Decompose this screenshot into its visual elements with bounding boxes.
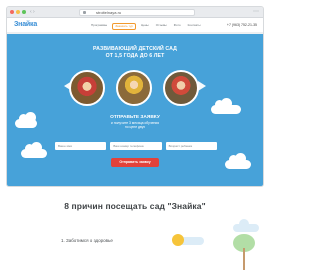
minimize-window-icon[interactable] [16, 10, 20, 14]
address-bar[interactable]: stroitelnaya.ru [79, 9, 195, 16]
photo-carousel [69, 70, 199, 106]
kids-photo [163, 70, 199, 106]
phone-field[interactable]: Ваш номер телефона [110, 142, 162, 150]
browser-toolbar: ‹ › stroitelnaya.ru ⋯ [7, 7, 263, 18]
main-menu: Программы Заказать тур Цены Отзывы Фото … [89, 23, 203, 30]
reasons-title: 8 причин посещать сад "Знайка" [64, 201, 206, 211]
carousel-next-icon[interactable] [198, 81, 206, 91]
menu-item-contacts[interactable]: Контакты [186, 23, 203, 30]
menu-item-prices[interactable]: Цены [139, 23, 151, 30]
cloud-decoration [21, 142, 47, 158]
hero-title: РАЗВИВАЮЩИЙ ДЕТСКИЙ САД ОТ 1,5 ГОДА ДО 6… [93, 46, 177, 59]
submit-request-button[interactable]: Отправить заявку [111, 158, 159, 167]
cloud-decoration [211, 98, 241, 114]
kids-photo [69, 70, 105, 106]
request-form: Ваше имя Ваш номер телефона Возраст ребе… [55, 142, 217, 151]
sun-icon [172, 234, 184, 246]
child-age-field[interactable]: Возраст ребенка [165, 142, 217, 150]
hero-section: РАЗВИВАЮЩИЙ ДЕТСКИЙ САД ОТ 1,5 ГОДА ДО 6… [7, 34, 263, 186]
close-window-icon[interactable] [10, 10, 14, 14]
name-field[interactable]: Ваше имя [55, 142, 107, 150]
menu-item-reviews[interactable]: Отзывы [154, 23, 169, 30]
reason-item: 1. Заботимся о здоровье [61, 238, 113, 243]
kids-photo [116, 70, 152, 106]
cloud-decoration [225, 153, 251, 169]
menu-item-tour[interactable]: Заказать тур [112, 23, 137, 30]
browser-menu-icon[interactable]: ⋯ [253, 8, 259, 16]
site-header: Знайка Программы Заказать тур Цены Отзыв… [7, 18, 263, 33]
tree-illustration [226, 226, 262, 270]
browser-window: ‹ › stroitelnaya.ru ⋯ Знайка Программы З… [6, 6, 264, 187]
url-text: stroitelnaya.ru [96, 10, 122, 15]
site-logo[interactable]: Знайка [14, 21, 37, 28]
menu-item-programs[interactable]: Программы [89, 23, 109, 30]
maximize-window-icon[interactable] [22, 10, 26, 14]
lock-icon [83, 11, 86, 14]
offer-text: ОТПРАВЬТЕ ЗАЯВКУ и получите 3 месяца обу… [110, 115, 160, 130]
header-phone[interactable]: +7 (963) 752-21-35 [227, 23, 257, 27]
back-forward-icon[interactable]: ‹ › [30, 9, 35, 16]
menu-item-photo[interactable]: Фото [172, 23, 183, 30]
